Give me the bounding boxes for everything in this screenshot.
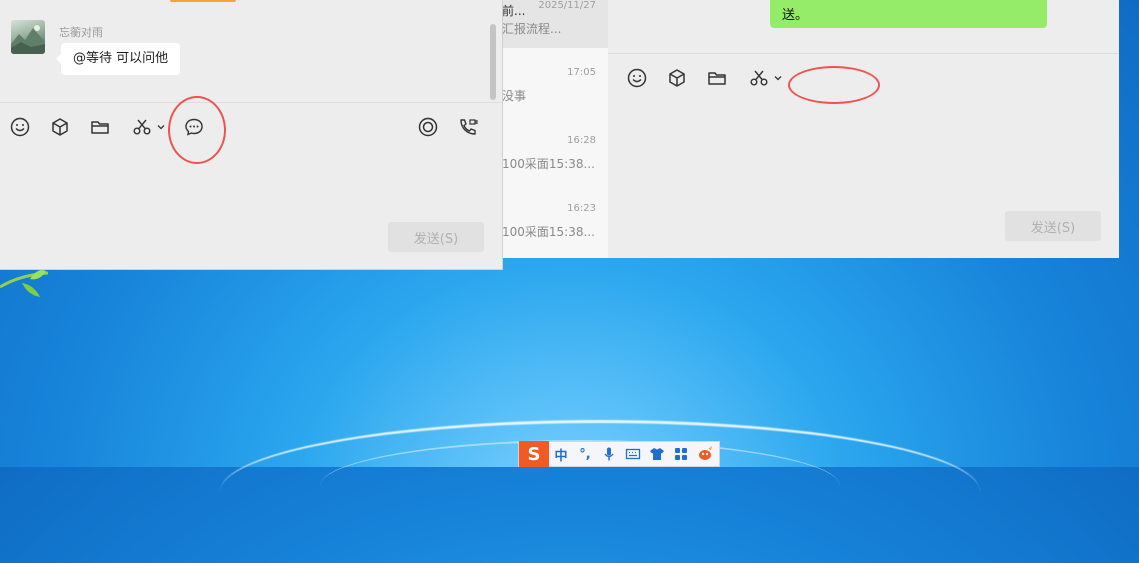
folder-icon [91, 121, 109, 134]
right-input-toolbar [626, 67, 786, 89]
avatar[interactable] [11, 20, 45, 54]
conversation-time: 16:23 [567, 203, 596, 214]
emoji-icon [627, 68, 647, 88]
conversation-preview: 100采面15:38... [502, 157, 595, 171]
conversation-time: 17:05 [567, 67, 596, 78]
conversation-list: 前... 2025/11/27 汇报流程... 17:05 没事 16:28 1… [496, 0, 609, 258]
video-call-button[interactable] [457, 116, 479, 138]
keyboard-icon [625, 448, 641, 460]
screenshot-button[interactable] [129, 116, 169, 138]
favorites-button[interactable] [666, 67, 688, 89]
conversation-preview: 100采面15:38... [502, 225, 595, 239]
chevron-down-icon [774, 76, 782, 81]
ime-skin-button[interactable] [645, 443, 669, 465]
cube-icon [669, 69, 685, 87]
send-file-button[interactable] [706, 67, 728, 89]
conversation-preview: 汇报流程... [502, 22, 562, 36]
shirt-icon [650, 448, 664, 460]
cube-icon [52, 118, 68, 136]
ime-toolbar: S 中 °, [518, 441, 720, 467]
emoji-icon [10, 117, 30, 137]
ime-toolbox-button[interactable] [669, 443, 693, 465]
ime-mode-toggle[interactable]: 中 [549, 443, 573, 465]
favorites-button[interactable] [49, 116, 71, 138]
sender-name: 忘蘅对雨 [59, 26, 103, 39]
ime-voice-button[interactable] [597, 443, 621, 465]
send-button[interactable]: 发送(S) [1005, 211, 1101, 241]
conversation-item[interactable]: 16:23 100采面15:38... [496, 194, 608, 258]
desktop-leaf-decoration [0, 270, 49, 297]
received-message-bubble: @等待 可以问他 [55, 43, 181, 75]
message-scrollbar[interactable] [490, 24, 496, 100]
sent-message-bubble: 送。 [770, 0, 1047, 28]
conversation-title: 前... [502, 4, 526, 18]
chevron-down-icon [157, 125, 165, 130]
right-message-area: 送。 [608, 0, 1119, 54]
ime-logo[interactable]: S [519, 441, 549, 467]
send-button[interactable]: 发送(S) [388, 222, 484, 252]
live-icon [418, 117, 438, 137]
conversation-item[interactable]: 17:05 没事 [496, 58, 608, 122]
scissors-icon [750, 70, 768, 86]
video-call-icon [460, 119, 478, 135]
avatar-landscape-image [11, 25, 45, 54]
emoji-button[interactable] [9, 116, 31, 138]
scissors-icon [133, 119, 151, 135]
left-chat-window: 忘蘅对雨 @等待 可以问他 发送(S) [0, 0, 503, 270]
microphone-icon [604, 447, 614, 461]
send-file-button[interactable] [89, 116, 111, 138]
right-chat-window: 送。 发送(S) [608, 0, 1119, 258]
emoji-button[interactable] [626, 67, 648, 89]
left-message-area: 忘蘅对雨 @等待 可以问他 [0, 0, 502, 103]
mascot-icon [699, 446, 712, 460]
previous-message-edge [170, 0, 236, 2]
folder-icon [708, 72, 726, 85]
screenshot-button[interactable] [746, 67, 786, 89]
annotation-circle [788, 66, 880, 104]
conversation-item[interactable]: 16:28 100采面15:38... [496, 126, 608, 190]
apps-grid-icon [675, 448, 687, 460]
ime-keyboard-button[interactable] [621, 443, 645, 465]
conversation-preview: 没事 [502, 89, 527, 103]
conversation-time: 2025/11/27 [538, 0, 596, 11]
ime-mascot-button[interactable] [693, 443, 717, 465]
conversation-time: 16:28 [567, 135, 596, 146]
conversation-item[interactable]: 前... 2025/11/27 汇报流程... [496, 0, 608, 48]
live-button[interactable] [417, 116, 439, 138]
ime-punctuation-toggle[interactable]: °, [573, 443, 597, 465]
annotation-circle [168, 96, 226, 164]
